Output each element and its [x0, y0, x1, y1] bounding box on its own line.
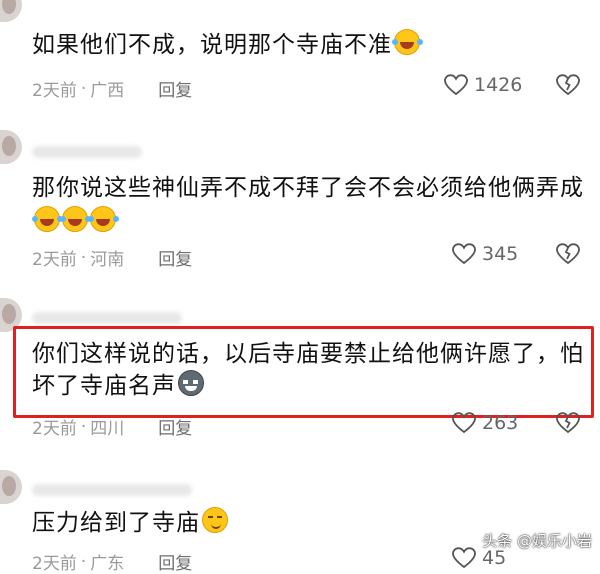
username-blurred: [32, 312, 182, 324]
like-count: 345: [482, 243, 519, 265]
separator: ·: [80, 247, 87, 268]
comment-location: 四川: [90, 419, 125, 439]
cat-emoji-icon: [178, 370, 204, 396]
like-button[interactable]: 263: [452, 412, 518, 434]
broken-heart-icon[interactable]: [556, 412, 580, 434]
comment-text: 如果他们不成，说明那个寺庙不准: [32, 29, 420, 61]
broken-heart-icon[interactable]: [556, 74, 580, 96]
reply-button[interactable]: 回复: [158, 245, 192, 270]
reply-button[interactable]: 回复: [158, 76, 192, 101]
comment-text: 压力给到了寺庙: [32, 507, 228, 539]
laughing-emoji-icon: [392, 29, 420, 55]
username-blurred: [32, 146, 142, 158]
laughing-emoji-icon: [88, 206, 116, 232]
avatar[interactable]: [0, 130, 22, 164]
heart-icon: [452, 547, 476, 569]
comment-meta: 2天前 · 河南 回复: [32, 245, 192, 271]
like-button[interactable]: 1426: [444, 74, 522, 96]
broken-heart-icon[interactable]: [556, 243, 580, 265]
separator: ·: [80, 416, 87, 437]
watermark: 头条 @娱乐小岩: [482, 532, 592, 550]
comment-time: 2天前: [32, 81, 77, 101]
reply-button[interactable]: 回复: [158, 414, 192, 439]
comment-meta: 2天前 · 广东 回复: [32, 549, 192, 574]
avatar[interactable]: [0, 0, 22, 22]
separator: ·: [80, 78, 87, 99]
username-blurred: [32, 484, 192, 496]
comment-time: 2天前: [32, 419, 77, 439]
like-count: 1426: [474, 74, 523, 96]
heart-icon: [444, 74, 468, 96]
reply-button[interactable]: 回复: [158, 549, 192, 574]
like-count: 263: [482, 412, 519, 434]
heart-icon: [452, 243, 476, 265]
comment-meta: 2天前 · 广西 回复: [32, 76, 192, 102]
laughing-emoji-icon: [60, 206, 88, 232]
comment-text: 你们这样说的话，以后寺庙要禁止给他俩许愿了，怕 坏了寺庙名声: [32, 341, 584, 399]
comment-location: 河南: [90, 250, 125, 270]
comment-time: 2天前: [32, 250, 77, 270]
comment-text: 那你说这些神仙弄不成不拜了会不会必须给他俩弄成: [32, 172, 584, 238]
comment-time: 2天前: [32, 554, 77, 574]
like-button[interactable]: 345: [452, 243, 518, 265]
comment-location: 广东: [90, 554, 125, 574]
smirk-emoji-icon: [202, 507, 228, 533]
heart-icon: [452, 412, 476, 434]
laughing-emoji-icon: [32, 206, 60, 232]
separator: ·: [80, 551, 87, 572]
comment-meta: 2天前 · 四川 回复: [32, 414, 192, 440]
avatar[interactable]: [0, 470, 22, 504]
comment-location: 广西: [90, 81, 125, 101]
